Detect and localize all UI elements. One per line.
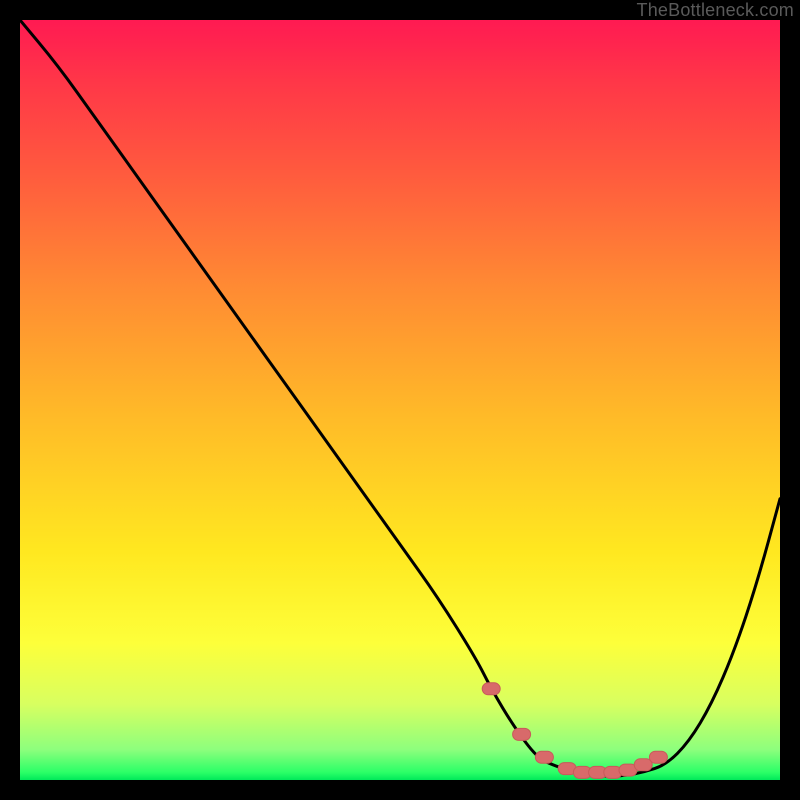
valley-marker	[634, 759, 652, 771]
valley-marker	[535, 751, 553, 763]
valley-marker	[482, 683, 500, 695]
valley-marker	[513, 728, 531, 740]
valley-markers	[482, 683, 667, 779]
curve-layer	[20, 20, 780, 780]
bottleneck-curve	[20, 20, 780, 776]
attribution-text: TheBottleneck.com	[637, 0, 794, 21]
chart-frame	[20, 20, 780, 780]
valley-marker	[649, 751, 667, 763]
plot-area	[20, 20, 780, 780]
